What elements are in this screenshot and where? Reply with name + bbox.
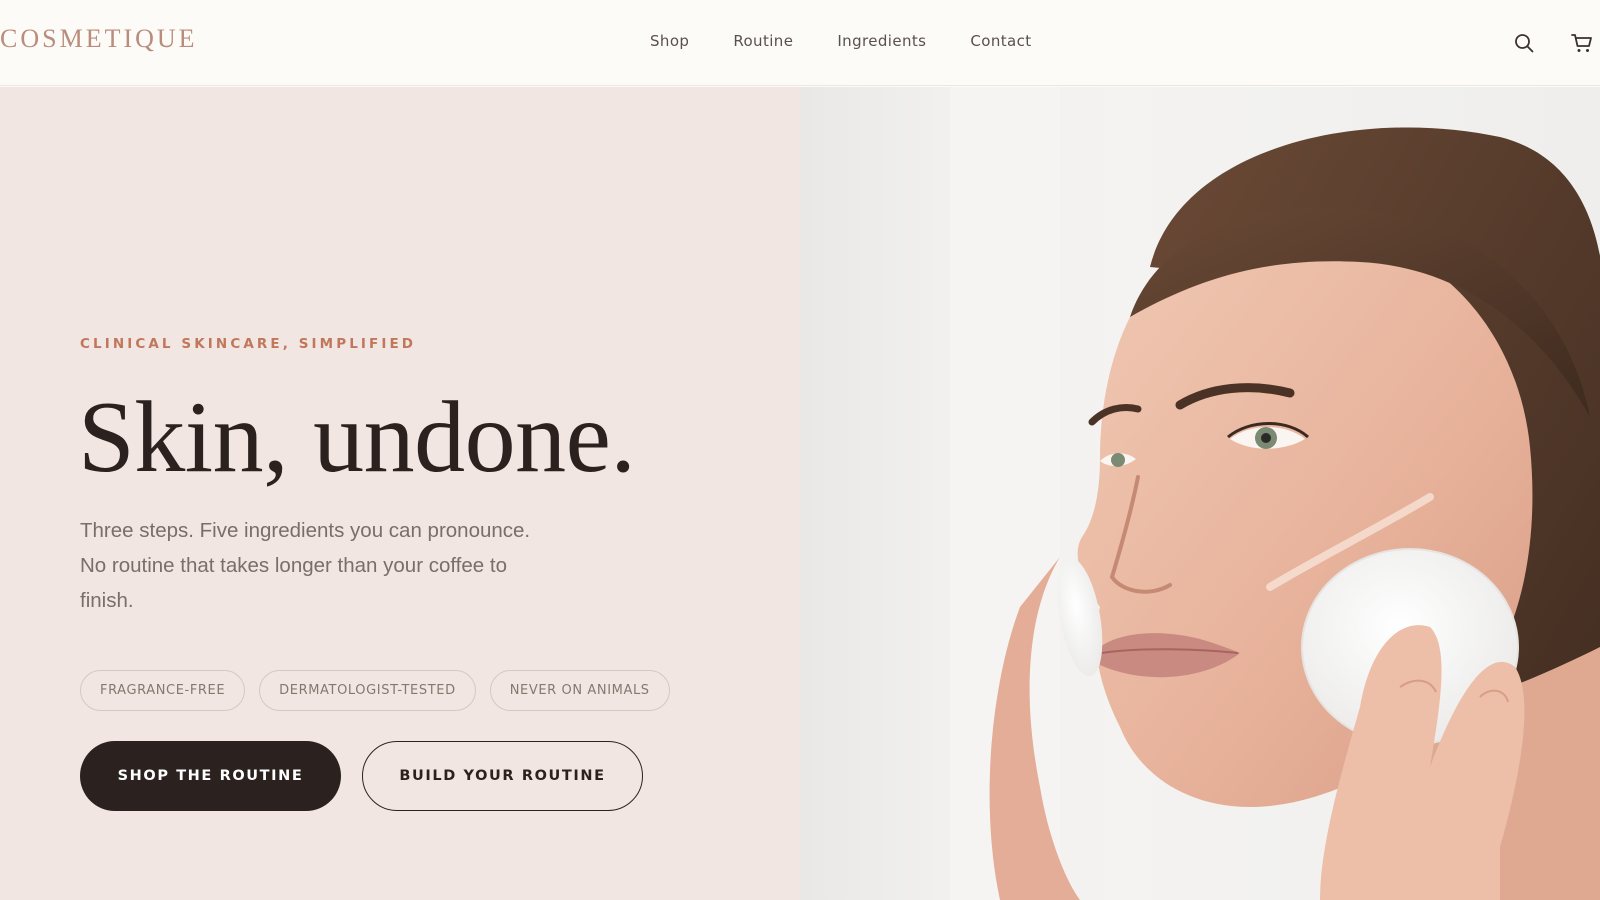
hero-cta-group: SHOP THE ROUTINE BUILD YOUR ROUTINE	[80, 741, 643, 811]
cart-icon	[1571, 34, 1592, 52]
hero-text-panel: CLINICAL SKINCARE, SIMPLIFIED Skin, undo…	[0, 87, 800, 900]
site-header: COSMETIQUE Shop Routine Ingredients Cont…	[0, 0, 1600, 86]
nav-link-shop[interactable]: Shop	[650, 32, 689, 50]
hero-headline: Skin, undone.	[78, 381, 636, 494]
hero-photo-illustration	[950, 87, 1600, 900]
search-button[interactable]	[1511, 30, 1537, 56]
nav-link-routine[interactable]: Routine	[733, 32, 793, 50]
search-icon	[1515, 34, 1534, 53]
hero-body-copy: Three steps. Five ingredients you can pr…	[80, 519, 531, 612]
build-your-routine-button[interactable]: BUILD YOUR ROUTINE	[362, 741, 643, 811]
hero-eyebrow: CLINICAL SKINCARE, SIMPLIFIED	[80, 336, 417, 352]
badge-dermatologist-tested: DERMATOLOGIST-TESTED	[259, 670, 476, 711]
cart-button[interactable]	[1569, 30, 1595, 56]
badge-never-on-animals: NEVER ON ANIMALS	[489, 670, 670, 711]
shop-the-routine-button[interactable]: SHOP THE ROUTINE	[80, 741, 341, 811]
hero-image	[800, 87, 1600, 900]
main-nav: Shop Routine Ingredients Contact	[650, 32, 1032, 50]
badge-fragrance-free: FRAGRANCE-FREE	[80, 670, 246, 711]
hero-badges: FRAGRANCE-FREE DERMATOLOGIST-TESTED NEVE…	[80, 670, 670, 711]
nav-link-ingredients[interactable]: Ingredients	[837, 32, 926, 50]
brand-logo[interactable]: COSMETIQUE	[0, 24, 198, 54]
nav-link-contact[interactable]: Contact	[970, 32, 1031, 50]
